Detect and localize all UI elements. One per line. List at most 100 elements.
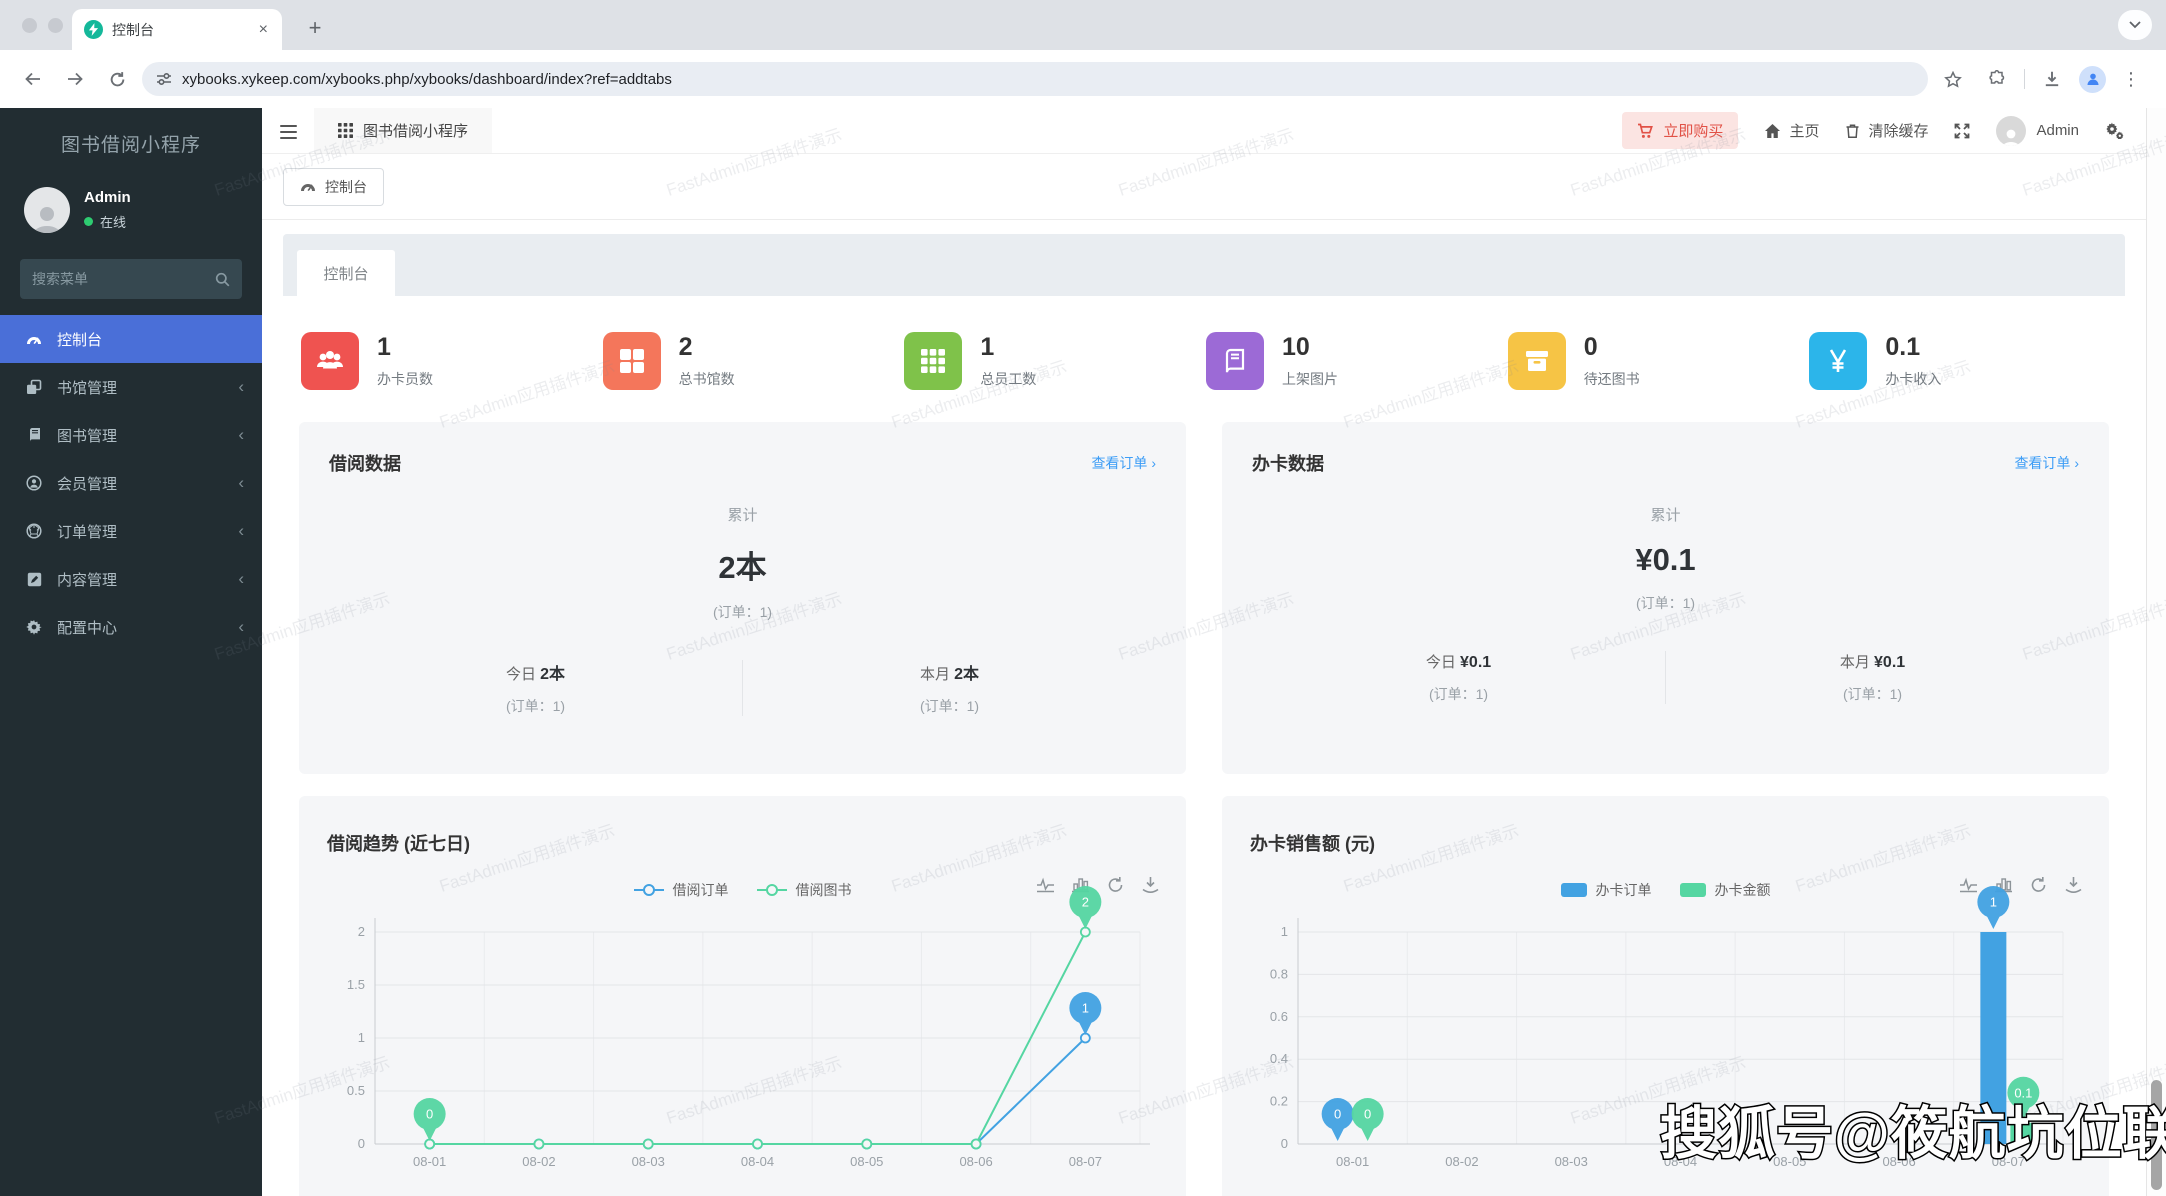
screenshot-stage: 控制台 × + xybooks.xykeep.com/xybooks.php/x… [0, 0, 2166, 1196]
today-column: 今日 2本 (订单：1) [329, 660, 743, 716]
sidebar-item-gear[interactable]: 配置中心 ‹ [0, 603, 262, 651]
sidebar-toggle-icon[interactable] [262, 123, 314, 139]
stat-text: 2 总书馆数 [679, 333, 735, 389]
markpoint-pin: 1 [1977, 886, 2010, 929]
svg-text:08-01: 08-01 [1336, 1154, 1369, 1169]
chevron-left-icon: ‹ [238, 569, 244, 588]
month-sub: (订单：1) [1842, 686, 1903, 702]
forward-icon[interactable] [58, 62, 92, 96]
online-dot-icon [84, 217, 93, 226]
svg-text:0.4: 0.4 [1270, 1051, 1288, 1066]
sidebar-item-gauge[interactable]: 控制台 [0, 315, 262, 363]
svg-text:0.5: 0.5 [347, 1083, 365, 1098]
url-bar[interactable]: xybooks.xykeep.com/xybooks.php/xybooks/d… [142, 62, 1928, 96]
browser-tab[interactable]: 控制台 × [72, 9, 282, 50]
markpoint-pin: 0.1 [2007, 1076, 2040, 1120]
sidebar-menu: 控制台书馆管理 ‹ 图书管理 ‹ 会员管理 ‹ 订单管理 ‹ 内容管理 ‹ 配置中心 ‹ [0, 315, 262, 651]
search-icon[interactable] [215, 272, 230, 287]
trash-icon [1845, 123, 1860, 139]
new-tab-button[interactable]: + [300, 14, 330, 44]
markpoint-pin: 2 [1069, 886, 1102, 929]
month-sub: (订单：1) [919, 698, 980, 714]
navbar-actions: 立即购买 主页 清除缓存 Admin [1622, 112, 2146, 149]
svg-text:1: 1 [1082, 1001, 1089, 1016]
month-column: 本月 2本 (订单：1) [743, 660, 1156, 716]
clear-cache-button[interactable]: 清除缓存 [1845, 120, 1928, 141]
app-title-block[interactable]: 图书借阅小程序 [314, 108, 493, 153]
stat-text: 10 上架图片 [1282, 333, 1338, 389]
browser-menu-icon[interactable]: ⋮ [2116, 69, 2146, 90]
panel-tab-dashboard[interactable]: 控制台 [297, 250, 395, 296]
sidebar-item-pensquare[interactable]: 内容管理 ‹ [0, 555, 262, 603]
data-card: 办卡数据 查看订单 › 累计 ¥0.1 (订单：1) 今日 ¥0.1 (订单：1) 本月 ¥0… [1222, 422, 2109, 774]
svg-text:2: 2 [1082, 895, 1089, 910]
browser-addressbar: xybooks.xykeep.com/xybooks.php/xybooks/d… [0, 50, 2166, 108]
stat-text: 1 总员工数 [980, 333, 1036, 389]
site-info-icon[interactable] [156, 72, 172, 86]
markpoint-pin: 0 [1321, 1098, 1354, 1141]
extensions-icon[interactable] [1980, 62, 2014, 96]
gauge-icon [300, 180, 316, 193]
chevron-left-icon: ‹ [238, 425, 244, 444]
orb-icon [24, 523, 44, 539]
stat-text: 0.1 办卡收入 [1885, 333, 1941, 389]
th-grid-icon [338, 123, 353, 138]
svg-text:1.5: 1.5 [347, 977, 365, 992]
reload-icon[interactable] [100, 62, 134, 96]
yen-icon [1809, 332, 1868, 390]
sidebar-item-clone[interactable]: 书馆管理 ‹ [0, 363, 262, 411]
buy-now-button[interactable]: 立即购买 [1622, 112, 1739, 149]
gear-icon [24, 619, 44, 635]
month-value: 本月 ¥0.1 [1839, 654, 1906, 671]
downloads-icon[interactable] [2035, 62, 2069, 96]
chart-card: 借阅趋势 (近七日) 借阅订单 借阅图书 0 0.5 1 1.5 2 08-01 08-02 08-… [299, 796, 1186, 1196]
main-column: 图书借阅小程序 立即购买 主页 清除缓存 Admin 控制台 控制台 1 办卡员… [262, 108, 2146, 1196]
stat-value: 10 [1282, 333, 1310, 361]
fullscreen-button[interactable] [1954, 123, 1970, 139]
markpoint-pin: 0 [1351, 1098, 1384, 1141]
tab-close-icon[interactable]: × [257, 21, 270, 39]
stat-text: 1 办卡员数 [377, 333, 433, 389]
sidebar-item-book[interactable]: 图书管理 ‹ [0, 411, 262, 459]
total-sub: (订单：1) [1635, 595, 1696, 611]
settings-button[interactable] [2105, 122, 2124, 139]
stat-value: 1 [980, 333, 995, 361]
stat-label: 办卡员数 [377, 371, 433, 387]
svg-text:08-04: 08-04 [1664, 1154, 1697, 1169]
sidebar-item-orb[interactable]: 订单管理 ‹ [0, 507, 262, 555]
stat-label: 办卡收入 [1885, 371, 1942, 387]
data-card-header: 借阅数据 查看订单 › [329, 450, 1156, 476]
chevron-left-icon: ‹ [238, 617, 244, 636]
stat-tile: 1 总员工数 [902, 332, 1204, 390]
today-sub: (订单：1) [505, 698, 566, 714]
back-icon[interactable] [16, 62, 50, 96]
menu-search [20, 259, 242, 299]
profile-icon[interactable] [2079, 65, 2106, 93]
dashboard-tab-button[interactable]: 控制台 [283, 167, 384, 206]
user-avatar[interactable] [24, 187, 70, 233]
stat-label: 上架图片 [1282, 371, 1339, 387]
page-scrollbar[interactable] [2146, 108, 2166, 1196]
stat-tile: 10 上架图片 [1204, 332, 1506, 390]
svg-text:08-07: 08-07 [1069, 1154, 1102, 1169]
data-card-total: 累计 ¥0.1 (订单：1) [1252, 504, 2079, 613]
menu-search-input[interactable] [32, 271, 215, 287]
url-text[interactable]: xybooks.xykeep.com/xybooks.php/xybooks/d… [182, 71, 672, 88]
bookmark-star-icon[interactable] [1936, 62, 1970, 96]
admin-menu[interactable]: Admin [1996, 115, 2079, 146]
sidebar-item-user[interactable]: 会员管理 ‹ [0, 459, 262, 507]
sidebar-item-label: 控制台 [57, 331, 103, 349]
home-button[interactable]: 主页 [1764, 120, 1819, 141]
view-orders-link[interactable]: 查看订单 › [2014, 453, 2079, 473]
view-orders-link[interactable]: 查看订单 › [1091, 453, 1156, 473]
nav-tabs-bar: 控制台 [262, 154, 2146, 220]
chevron-left-icon: ‹ [238, 473, 244, 492]
app-navbar: 图书借阅小程序 立即购买 主页 清除缓存 Admin [262, 108, 2146, 154]
svg-text:0: 0 [1364, 1107, 1371, 1122]
favicon-icon [84, 20, 103, 39]
tab-search-button[interactable] [2118, 10, 2152, 40]
svg-text:0: 0 [1281, 1136, 1288, 1151]
scrollbar-thumb[interactable] [2151, 1080, 2162, 1190]
chevron-left-icon: ‹ [238, 377, 244, 396]
chrome-actions: ⋮ [1936, 62, 2150, 96]
